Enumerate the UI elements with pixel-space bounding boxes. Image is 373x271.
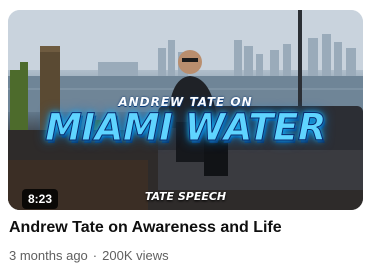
view-count: 200K views [102,248,169,263]
published-time: 3 months ago [9,248,88,263]
thumbnail-tag-text: TATE SPEECH [144,190,227,203]
video-card[interactable]: ANDREW TATE ON MIAMI WATER TATE SPEECH 8… [0,0,373,271]
duration-badge: 8:23 [22,189,59,209]
meta-separator: · [92,248,98,263]
video-metadata: 3 months ago · 200K views [9,247,169,264]
video-title[interactable]: Andrew Tate on Awareness and Life [9,218,364,238]
video-thumbnail[interactable]: ANDREW TATE ON MIAMI WATER TATE SPEECH 8… [8,10,363,210]
thumbnail-headline-text: MIAMI WATER [45,106,327,149]
